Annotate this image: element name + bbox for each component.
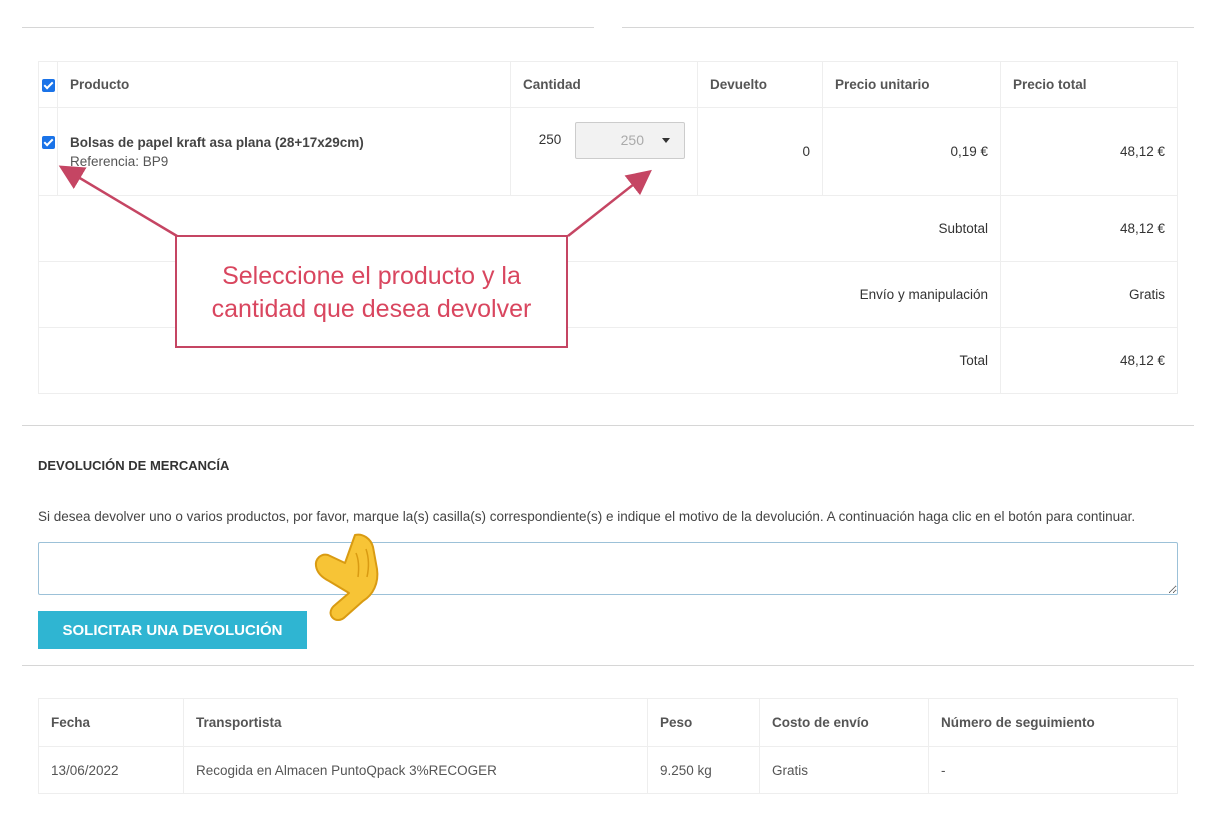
shipping-carrier: Recogida en Almacen PuntoQpack 3%RECOGER [183,746,648,794]
shipping-weight: 9.250 kg [647,746,760,794]
shipping-table: Fecha Transportista Peso Costo de envío … [38,698,1178,794]
section-divider-2 [22,665,1194,666]
header-tracking: Número de seguimiento [928,698,1178,747]
table-row: 13/06/2022 Recogida en Almacen PuntoQpac… [38,746,1178,794]
tracking-number: - [928,746,1178,794]
shipping-header-row: Fecha Transportista Peso Costo de envío … [38,698,1178,747]
header-cost: Costo de envío [759,698,929,747]
shipping-cost: Gratis [759,746,929,794]
header-carrier: Transportista [183,698,648,747]
pointing-hand-icon [314,533,379,621]
shipping-date: 13/06/2022 [38,746,184,794]
header-date: Fecha [38,698,184,747]
header-weight: Peso [647,698,760,747]
